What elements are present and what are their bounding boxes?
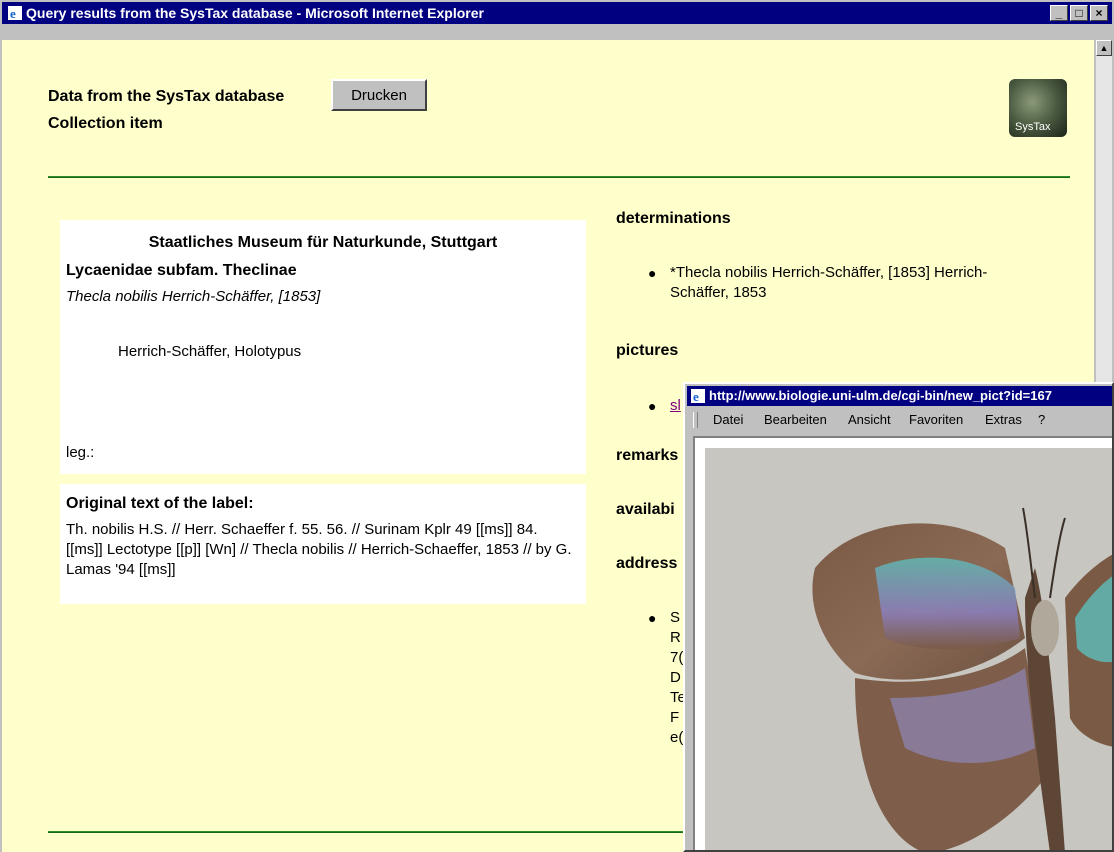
menu-bearbeiten[interactable]: Bearbeiten (764, 408, 827, 432)
svg-text:e: e (10, 6, 16, 20)
specimen-label-card: Staatliches Museum für Naturkunde, Stutt… (60, 220, 586, 474)
pictures-heading: pictures (616, 342, 679, 359)
bullet-dot: ● (648, 265, 657, 281)
left-frame-edge (2, 40, 18, 852)
top-divider (48, 176, 1070, 178)
popup-title-bar[interactable]: e http://www.biologie.uni-ulm.de/cgi-bin… (687, 386, 1112, 406)
window-title: Query results from the SysTax database -… (26, 5, 484, 21)
page-heading: Data from the SysTax database (48, 88, 285, 105)
ie-logo-icon: e (691, 389, 705, 403)
original-label-title: Original text of the label: (66, 495, 254, 512)
bullet-dot: ● (648, 398, 657, 414)
picture-link[interactable]: sl (670, 397, 681, 414)
menu-help[interactable]: ? (1038, 408, 1045, 432)
toolbar-grip-icon[interactable] (693, 412, 698, 428)
collector-leg: leg.: (66, 444, 95, 461)
determination-line1: *Thecla nobilis Herrich-Schäffer, [1853]… (670, 264, 988, 281)
logo-text: SysTax (1015, 121, 1051, 133)
determination-line2: Schäffer, 1853 (670, 284, 767, 301)
scroll-up-arrow-icon[interactable]: ▲ (1096, 40, 1112, 56)
determination-item: ● *Thecla nobilis Herrich-Schäffer, [185… (648, 263, 988, 303)
menu-datei[interactable]: Datei (713, 408, 743, 432)
original-label-text: Th. nobilis H.S. // Herr. Schaeffer f. 5… (66, 521, 572, 578)
butterfly-photo (705, 448, 1112, 850)
print-button[interactable]: Drucken (331, 79, 427, 111)
systax-logo[interactable]: SysTax (1009, 79, 1067, 137)
determinations-heading: determinations (616, 210, 731, 227)
bullet-dot: ● (648, 610, 657, 626)
museum-name: Staatliches Museum für Naturkunde, Stutt… (148, 234, 498, 251)
address-heading: address (616, 555, 678, 572)
butterfly-image (705, 448, 1112, 850)
type-status: Herrich-Schäffer, Holotypus (118, 343, 302, 360)
page-subheading: Collection item (48, 115, 163, 132)
close-button[interactable]: × (1090, 5, 1108, 21)
menu-favoriten[interactable]: Favoriten (909, 408, 963, 432)
picture-popup-window[interactable]: e http://www.biologie.uni-ulm.de/cgi-bin… (683, 382, 1114, 852)
original-label-card: Original text of the label: Th. nobilis … (60, 484, 586, 604)
svg-text:e: e (693, 389, 699, 403)
ie-logo-icon: e (8, 6, 22, 20)
picture-item: ● sl (648, 396, 681, 416)
menu-extras[interactable]: Extras (985, 408, 1022, 432)
popup-content (693, 436, 1112, 850)
popup-title: http://www.biologie.uni-ulm.de/cgi-bin/n… (709, 388, 1052, 403)
taxon-family: Lycaenidae subfam. Theclinae (66, 262, 297, 279)
menu-ansicht[interactable]: Ansicht (848, 408, 891, 432)
title-bar[interactable]: e Query results from the SysTax database… (2, 2, 1112, 24)
maximize-button[interactable]: □ (1070, 5, 1088, 21)
availability-heading: availabi (616, 501, 675, 518)
taxon-species: Thecla nobilis Herrich-Schäffer, [1853] (66, 288, 321, 305)
minimize-button[interactable]: _ (1050, 5, 1068, 21)
remarks-heading: remarks (616, 447, 679, 464)
popup-menu-bar: Datei Bearbeiten Ansicht Favoriten Extra… (687, 408, 1112, 432)
